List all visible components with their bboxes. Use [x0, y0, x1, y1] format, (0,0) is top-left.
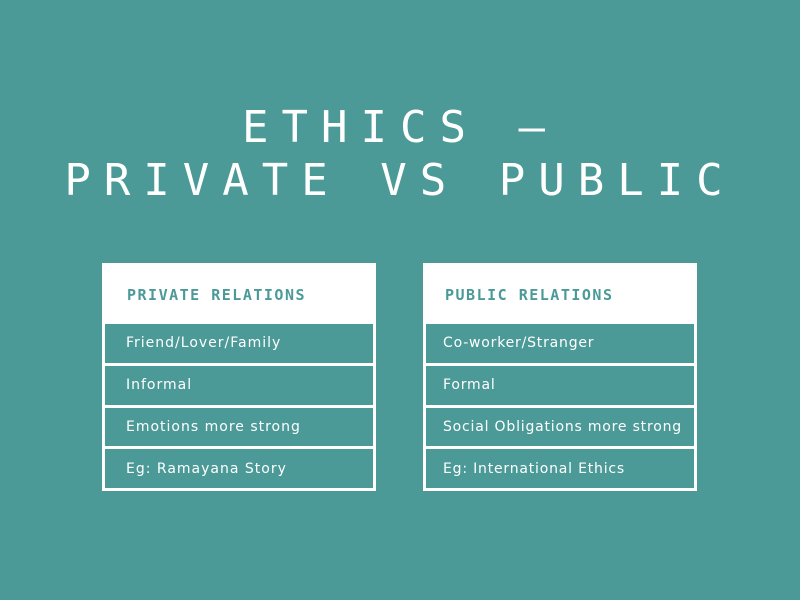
- private-row-emotions: Emotions more strong: [105, 407, 373, 447]
- private-relations-list: Friend/Lover/Family Informal Emotions mo…: [105, 324, 373, 488]
- public-relations-panel: PUBLIC RELATIONS Co-worker/Stranger Form…: [423, 263, 697, 491]
- page-title-line-1: ETHICS –: [242, 102, 558, 153]
- public-relations-list: Co-worker/Stranger Formal Social Obligat…: [426, 324, 694, 488]
- private-row-formality: Informal: [105, 365, 373, 405]
- public-row-relationship: Co-worker/Stranger: [426, 324, 694, 363]
- public-row-obligations: Social Obligations more strong: [426, 407, 694, 447]
- private-row-relationship: Friend/Lover/Family: [105, 324, 373, 363]
- public-relations-header: PUBLIC RELATIONS: [426, 266, 694, 324]
- page-title-line-2: PRIVATE VS PUBLIC: [64, 155, 736, 206]
- public-row-example: Eg: International Ethics: [426, 449, 694, 488]
- private-relations-panel: PRIVATE RELATIONS Friend/Lover/Family In…: [102, 263, 376, 491]
- private-row-example: Eg: Ramayana Story: [105, 449, 373, 488]
- public-row-formality: Formal: [426, 365, 694, 405]
- private-relations-header: PRIVATE RELATIONS: [105, 266, 373, 324]
